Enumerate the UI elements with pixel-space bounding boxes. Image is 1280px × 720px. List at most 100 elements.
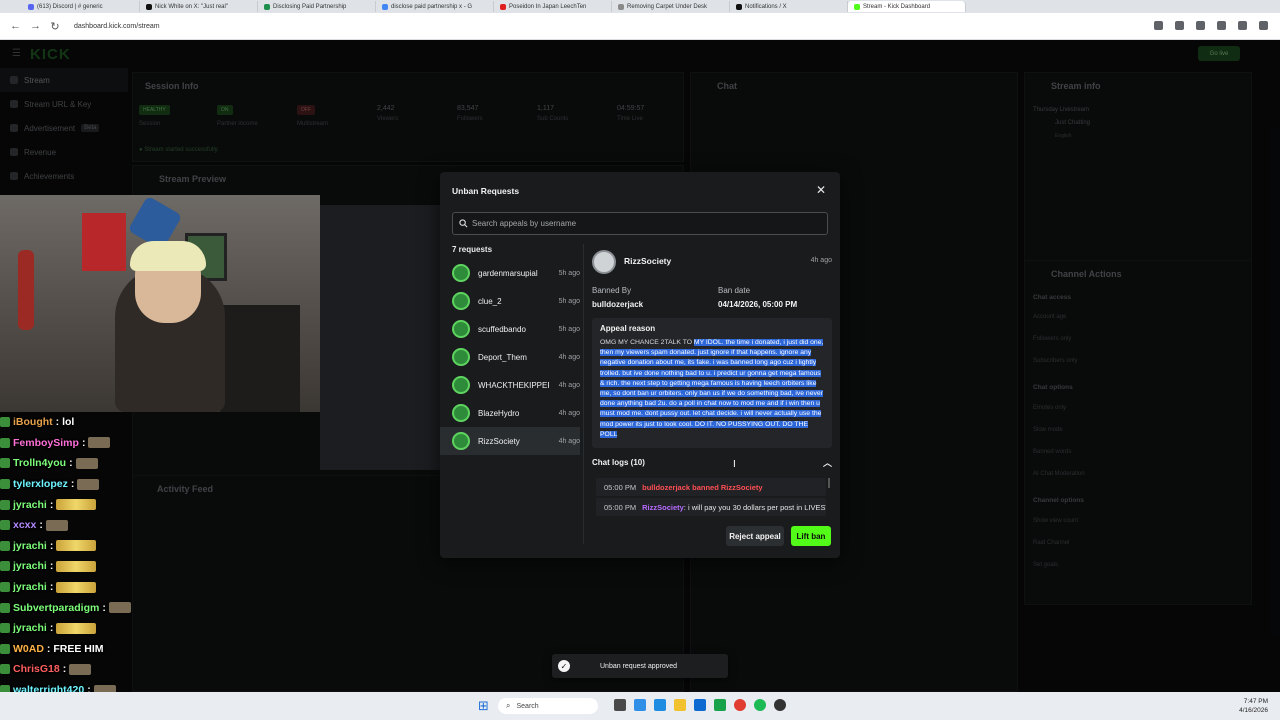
chat-text: : lol [55, 416, 75, 429]
appeal-reason-box: Appeal reason OMG MY CHANCE 2TALK TO MY … [592, 318, 832, 448]
kick-icon [854, 3, 860, 10]
doc-icon [264, 3, 270, 10]
request-time: 5h ago [558, 269, 580, 277]
task-view-icon[interactable] [614, 699, 626, 711]
url-field[interactable]: dashboard.kick.com/stream [74, 23, 160, 30]
windows-taskbar: ⊞ ⌕ Search 7:47 PM 4/16/2026 [0, 692, 1280, 720]
bookmark-icon[interactable] [1154, 21, 1163, 30]
browser-tab[interactable]: Nick White on X: "Just real" [140, 1, 258, 12]
appeal-reason-text[interactable]: OMG MY CHANCE 2TALK TO MY IDOL. the time… [600, 338, 824, 440]
browser-tab[interactable]: disclose paid partnership x - G [376, 1, 494, 12]
chat-text: : [62, 663, 67, 676]
chat-username: jyrachi [13, 622, 47, 635]
file-explorer-icon[interactable] [674, 699, 686, 711]
chat-username: jyrachi [13, 539, 47, 552]
browser-tab[interactable]: Notifications / X [730, 1, 848, 12]
chat-badge-icon [0, 479, 10, 490]
lift-ban-button[interactable]: Lift ban [791, 526, 831, 546]
system-clock[interactable]: 7:47 PM 4/16/2026 [1239, 697, 1268, 715]
banned-by-value[interactable]: bulldozerjack [592, 300, 643, 309]
chat-logs-header[interactable]: Chat logs (10) ︿ [592, 458, 832, 472]
close-icon[interactable]: ✕ [816, 183, 826, 197]
chat-text: : [69, 457, 73, 470]
request-item[interactable]: Deport_Them 4h ago [440, 343, 580, 371]
request-item[interactable]: BlazeHydro 4h ago [440, 399, 580, 427]
log-time: 05:00 PM [604, 482, 637, 492]
profile-icon[interactable] [1238, 21, 1247, 30]
chat-badge-icon [0, 499, 10, 510]
chat-message: FemboySimp: [0, 433, 160, 454]
windows-start-icon[interactable]: ⊞ [478, 698, 489, 714]
chat-message: jyrachi: [0, 536, 160, 557]
search-field[interactable] [452, 212, 828, 235]
back-icon[interactable]: ← [10, 20, 21, 32]
chat-username: tylerxlopez [13, 478, 68, 491]
chat-username: W0AD [13, 642, 44, 655]
taskbar-search[interactable]: ⌕ Search [498, 698, 598, 714]
forward-icon[interactable]: → [30, 20, 41, 32]
request-item[interactable]: WHACKTHEKIPPER 4h ago [440, 371, 580, 399]
clock-time: 7:47 PM [1243, 698, 1268, 705]
avatar [452, 264, 470, 282]
browser-tab[interactable]: Poseidon In Japan LeechTen [494, 1, 612, 12]
chat-username: xcxx [13, 519, 37, 532]
browser-tab[interactable]: (613) Discord | # generic [22, 1, 140, 12]
tab-label: (613) Discord | # generic [37, 3, 103, 10]
chat-text: : FREE HIM [46, 642, 104, 655]
tab-label: Stream - Kick Dashboard [863, 3, 931, 10]
google-icon [382, 3, 388, 10]
chevron-up-icon[interactable]: ︿ [823, 456, 832, 469]
appeal-username[interactable]: RizzSociety [624, 256, 671, 266]
divider [583, 244, 584, 544]
browser-tab[interactable]: Removing Carpet Under Desk [612, 1, 730, 12]
chat-message: jyrachi: [0, 556, 160, 577]
log-time: 05:00 PM [604, 502, 637, 512]
log-user[interactable]: RizzSociety [642, 503, 684, 512]
scrollbar[interactable] [828, 478, 830, 488]
chrome-icon[interactable] [734, 699, 746, 711]
request-item[interactable]: scuffedbando 5h ago [440, 315, 580, 343]
app-icon[interactable] [634, 699, 646, 711]
emote-icon [69, 663, 92, 675]
request-time: 4h ago [558, 437, 580, 445]
log-text: : i will pay you 30 dollars per post in … [683, 502, 826, 512]
webcam-overlay [0, 195, 320, 412]
request-item[interactable]: gardenmarsupial 5h ago [440, 259, 580, 287]
address-bar: ← → ↻ dashboard.kick.com/stream [0, 13, 1280, 40]
emote-icon [56, 581, 97, 593]
emote-icon [45, 519, 68, 531]
reject-appeal-button[interactable]: Reject appeal [726, 526, 784, 546]
extension-icon[interactable] [1196, 21, 1205, 30]
chat-badge-icon [0, 417, 10, 428]
discord-icon [28, 3, 34, 10]
ban-date-value: 04/14/2026, 05:00 PM [718, 300, 798, 309]
menu-icon[interactable] [1259, 21, 1268, 30]
avatar [452, 320, 470, 338]
request-item[interactable]: clue_2 5h ago [440, 287, 580, 315]
reload-icon[interactable]: ↻ [50, 20, 60, 33]
emote-icon [108, 602, 131, 614]
chat-badge-icon [0, 561, 10, 572]
spotify-icon[interactable] [754, 699, 766, 711]
toast-text: Unban request approved [600, 662, 678, 670]
request-username: gardenmarsupial [478, 268, 538, 278]
chat-username: jyrachi [13, 498, 47, 511]
browser-tab[interactable]: Disclosing Paid Partnership [258, 1, 376, 12]
request-item[interactable]: RizzSociety 4h ago [440, 427, 580, 455]
extension-icon[interactable] [1175, 21, 1184, 30]
edge-icon[interactable] [654, 699, 666, 711]
browser-tab-active[interactable]: Stream - Kick Dashboard [848, 1, 966, 12]
extension-icon[interactable] [1217, 21, 1226, 30]
excel-icon[interactable] [714, 699, 726, 711]
search-input[interactable] [472, 219, 812, 228]
taskbar-search-label: Search [516, 702, 539, 710]
avatar [452, 348, 470, 366]
chat-text: : [49, 498, 54, 511]
chat-text: : [49, 581, 54, 594]
obs-icon[interactable] [774, 699, 786, 711]
chat-username: jyrachi [13, 581, 47, 594]
chat-text: : [49, 622, 54, 635]
store-icon[interactable] [694, 699, 706, 711]
request-time: 4h ago [558, 381, 580, 389]
emote-icon [56, 622, 97, 634]
